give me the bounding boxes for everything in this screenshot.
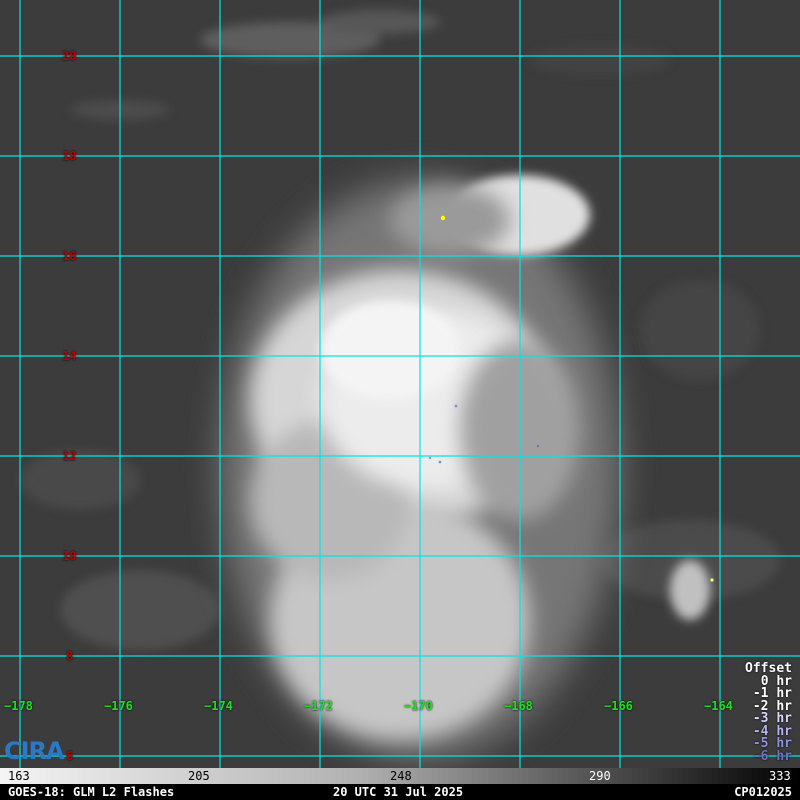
- lon-label: −168: [504, 699, 533, 713]
- satellite-image-viewer: 20 18 16 14 12 10 8 6 −178 −176 −174 −17…: [0, 0, 800, 800]
- lon-label: −164: [704, 699, 733, 713]
- lat-label: 18: [62, 149, 77, 163]
- lat-label: 14: [62, 349, 77, 363]
- lat-label: 12: [62, 449, 77, 463]
- lon-label: −178: [4, 699, 33, 713]
- glm-flash-point: [440, 215, 446, 221]
- lon-label: −170: [404, 699, 433, 713]
- image-footer: GOES-18: GLM L2 Flashes 20 UTC 31 Jul 20…: [0, 784, 800, 800]
- glm-flash-point: [428, 456, 432, 460]
- footer-timestamp: 20 UTC 31 Jul 2025: [333, 785, 464, 799]
- lat-label: 10: [62, 549, 77, 563]
- colorbar-tick: 163: [8, 769, 30, 783]
- lat-label: 16: [62, 249, 77, 263]
- glm-flash-point: [536, 444, 540, 448]
- lon-label: −174: [204, 699, 233, 713]
- offset-legend: Offset 0 hr -1 hr -2 hr -3 hr -4 hr -5 h…: [745, 662, 792, 764]
- glm-flash-point: [454, 404, 458, 408]
- lon-label: −176: [104, 699, 133, 713]
- colorbar-tick: 290: [589, 769, 611, 783]
- cira-logo: CIRA: [4, 737, 74, 770]
- footer-storm-id: CP012025: [734, 785, 792, 799]
- lon-label: −166: [604, 699, 633, 713]
- colorbar-tick: 333: [769, 769, 791, 783]
- glm-flash-point: [710, 578, 714, 582]
- colorbar-tick: 248: [390, 769, 412, 783]
- satellite-imagery: [0, 0, 800, 768]
- colorbar-tick: 205: [188, 769, 210, 783]
- lat-label: 8: [66, 649, 74, 663]
- svg-text:CIRA: CIRA: [4, 738, 65, 764]
- glm-flash-point: [438, 460, 442, 464]
- offset-legend-item: -6 hr: [752, 748, 792, 764]
- footer-product-label: GOES-18: GLM L2 Flashes: [8, 785, 175, 799]
- lon-label: −172: [304, 699, 333, 713]
- lat-label: 20: [62, 49, 77, 63]
